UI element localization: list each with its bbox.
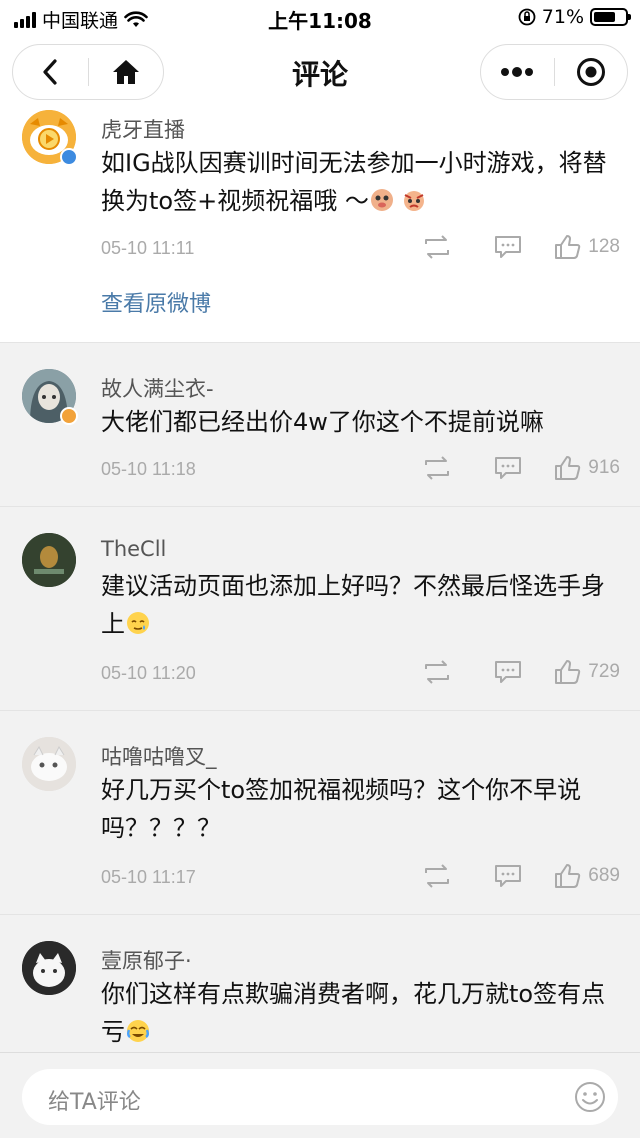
author-name[interactable]: TheCll xyxy=(101,537,166,561)
timestamp: 05-10 11:11 xyxy=(101,238,195,258)
action-bar: 729 xyxy=(422,659,620,685)
comment-item: 故人满尘衣- 大佬们都已经出价4w了你这个不提前说嘛 05-10 11:18 9… xyxy=(0,342,640,506)
avatar[interactable] xyxy=(22,941,76,995)
comment-bubble-icon xyxy=(495,236,522,258)
like-button[interactable]: 128 xyxy=(554,234,620,260)
like-button[interactable]: 916 xyxy=(554,455,620,481)
verified-badge-icon xyxy=(60,148,78,166)
comment-bubble-icon xyxy=(495,457,522,479)
author-name[interactable]: 故人满尘衣- xyxy=(101,373,214,403)
like-count: 128 xyxy=(588,236,620,257)
reply-button[interactable] xyxy=(494,234,522,260)
close-miniprogram-button[interactable] xyxy=(555,45,628,99)
reply-button[interactable] xyxy=(494,659,522,685)
battery-percent: 71% xyxy=(541,6,584,28)
main-post: 虎牙直播 如IG战队因赛训时间无法参加一小时游戏，将替换为to签+视频祝福哦 ～… xyxy=(0,106,640,342)
target-circle-icon xyxy=(576,58,605,86)
comment-input-placeholder: 给TA评论 xyxy=(48,1090,141,1115)
comment-bubble-icon xyxy=(495,865,522,887)
thumbs-up-icon xyxy=(555,660,581,684)
orientation-lock-icon xyxy=(518,8,536,26)
timestamp: 05-10 11:18 xyxy=(101,459,196,479)
repost-icon xyxy=(425,660,450,684)
action-bar: 128 xyxy=(422,234,620,260)
like-button[interactable]: 689 xyxy=(554,863,620,889)
more-dots-icon xyxy=(501,67,534,77)
battery-icon xyxy=(590,8,631,26)
emoji-icon xyxy=(127,612,149,634)
comment-input-bar: 给TA评论 xyxy=(0,1052,640,1138)
author-name[interactable]: 壹原郁子· xyxy=(101,945,192,975)
repost-icon xyxy=(425,864,450,888)
emoji-icon xyxy=(403,191,424,211)
more-button[interactable] xyxy=(481,45,554,99)
timestamp: 05-10 11:17 xyxy=(101,867,196,887)
nav-right-capsule xyxy=(480,44,628,100)
avatar-image xyxy=(22,941,76,995)
like-count: 689 xyxy=(588,865,620,886)
avatar[interactable] xyxy=(22,533,76,587)
reply-button[interactable] xyxy=(494,455,522,481)
view-original-link[interactable]: 查看原微博 xyxy=(101,286,211,318)
thumbs-up-icon xyxy=(555,864,581,888)
timestamp: 05-10 11:20 xyxy=(101,663,196,683)
comment-text: 大佬们都已经出价4w了你这个不提前说嘛 xyxy=(101,408,544,436)
repost-button[interactable] xyxy=(422,234,452,260)
like-count: 916 xyxy=(588,457,620,478)
comment-bubble-icon xyxy=(495,661,522,683)
comment-text: 如IG战队因赛训时间无法参加一小时游戏，将替换为to签+视频祝福哦 ～ xyxy=(101,149,607,215)
author-name[interactable]: 虎牙直播 xyxy=(101,114,185,144)
comment-text: 好几万买个to签加祝福视频吗？这个你不早说吗？？？？ xyxy=(101,776,582,842)
repost-icon xyxy=(425,235,450,259)
avatar-image xyxy=(22,737,76,791)
author-name[interactable]: 咕噜咕噜叉_ xyxy=(101,741,217,771)
repost-button[interactable] xyxy=(422,455,452,481)
action-bar: 689 xyxy=(422,863,620,889)
comment-item: 咕噜咕噜叉_ 好几万买个to签加祝福视频吗？这个你不早说吗？？？？ 05-10 … xyxy=(0,710,640,914)
like-count: 729 xyxy=(588,661,620,682)
comment-text: 你们这样有点欺骗消费者啊，花几万就to签有点亏 xyxy=(101,980,606,1046)
nav-bar: 评论 xyxy=(0,36,640,106)
status-bar: 中国联通 上午11:08 71% xyxy=(0,0,640,36)
emoji-icon xyxy=(370,189,393,211)
avatar[interactable] xyxy=(22,737,76,791)
avatar-image xyxy=(22,533,76,587)
comment-input[interactable]: 给TA评论 xyxy=(22,1069,618,1125)
reply-button[interactable] xyxy=(494,863,522,889)
repost-button[interactable] xyxy=(422,863,452,889)
repost-icon xyxy=(425,456,450,480)
comment-text: 建议活动页面也添加上好吗？不然最后怪选手身上 xyxy=(101,572,605,638)
thumbs-up-icon xyxy=(555,456,581,480)
like-button[interactable]: 729 xyxy=(554,659,620,685)
action-bar: 916 xyxy=(422,455,620,481)
comment-item: 壹原郁子· 你们这样有点欺骗消费者啊，花几万就to签有点亏 xyxy=(0,914,640,1052)
thumbs-up-icon xyxy=(555,235,581,259)
repost-button[interactable] xyxy=(422,659,452,685)
verified-badge-icon xyxy=(60,407,78,425)
emoji-picker-icon[interactable] xyxy=(574,1081,606,1113)
emoji-icon xyxy=(127,1020,149,1042)
comment-item: TheCll 建议活动页面也添加上好吗？不然最后怪选手身上 05-10 11:2… xyxy=(0,506,640,710)
